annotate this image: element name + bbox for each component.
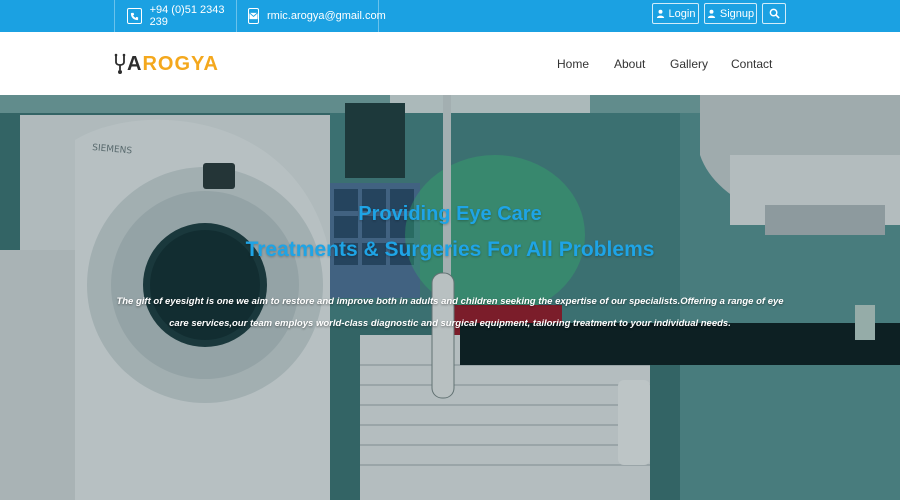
nav-home[interactable]: Home — [557, 57, 589, 71]
nav-contact[interactable]: Contact — [731, 57, 772, 71]
hero-title-line2: Treatments & Surgeries For All Problems — [245, 238, 655, 261]
search-icon — [769, 8, 780, 19]
signup-button[interactable]: Signup — [704, 3, 757, 24]
nav-about[interactable]: About — [614, 57, 645, 71]
top-bar: +94 (0)51 2343 239 rmic.arogya@gmail.com… — [0, 0, 900, 32]
login-button[interactable]: Login — [652, 3, 699, 24]
user-icon — [656, 9, 664, 18]
site-logo[interactable]: A R O GYA — [113, 53, 219, 75]
phone-contact[interactable]: +94 (0)51 2343 239 — [114, 0, 237, 32]
hero-title-line1: Providing Eye Care — [358, 203, 542, 225]
stethoscope-icon — [114, 53, 126, 74]
user-icon — [707, 9, 715, 18]
nav-gallery[interactable]: Gallery — [670, 57, 708, 71]
logo-text-r: R — [142, 52, 158, 75]
phone-number: +94 (0)51 2343 239 — [149, 4, 225, 28]
search-button[interactable] — [762, 3, 786, 24]
logo-text-o: O — [157, 52, 175, 75]
signup-label: Signup — [719, 7, 755, 20]
hero-banner: SIEMENS Providing Eye Care Treatments & … — [0, 95, 900, 500]
email-contact[interactable]: rmic.arogya@gmail.com — [236, 0, 386, 32]
login-label: Login — [668, 7, 696, 20]
phone-icon — [127, 8, 142, 24]
email-icon — [248, 8, 259, 24]
logo-text-gya: GYA — [174, 52, 219, 75]
email-address: rmic.arogya@gmail.com — [267, 10, 386, 22]
logo-text-a: A — [127, 52, 143, 75]
hero-description: The gift of eyesight is one we aim to re… — [116, 296, 784, 329]
